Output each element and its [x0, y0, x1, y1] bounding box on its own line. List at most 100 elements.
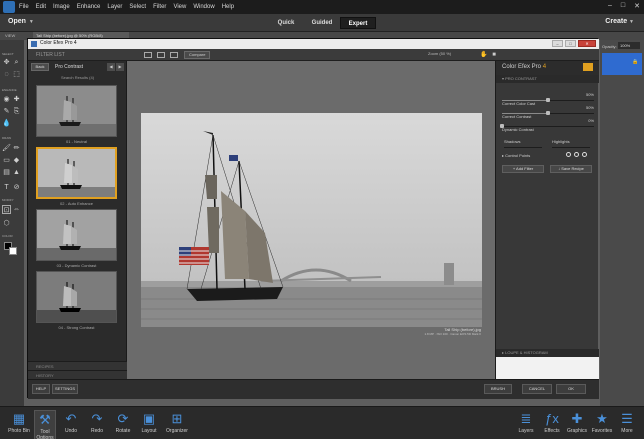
close-button[interactable]: ✕ — [634, 2, 640, 10]
minimize-button[interactable]: – — [608, 2, 612, 10]
create-button[interactable]: Create ▼ — [605, 18, 634, 25]
background-color-swatch[interactable] — [9, 247, 17, 255]
marquee-tool-icon[interactable]: ⬚ — [12, 70, 21, 79]
recipes-section[interactable]: RECIPES — [28, 361, 127, 370]
bottom-bar: ▦ Photo Bin ⚒ Tool Options ↶ Undo ↷ Redo ⟳ Ro… — [0, 406, 644, 439]
effects-button[interactable]: ƒx Effects — [539, 410, 565, 434]
tab-quick[interactable]: Quick — [268, 17, 304, 29]
layer-row[interactable]: 🔒 — [602, 53, 642, 75]
clone-tool-icon[interactable]: ⎘ — [12, 107, 21, 116]
slider-dynamic-contrast[interactable]: Dynamic Contrast 0% — [500, 118, 594, 136]
gradient-tool-icon[interactable]: ▤ — [2, 168, 11, 177]
plugin-close-button[interactable]: ✕ — [578, 40, 596, 47]
help-button[interactable]: HELP — [32, 384, 50, 394]
single-view-icon[interactable] — [144, 52, 152, 58]
layers-button[interactable]: ≣ Layers — [514, 410, 538, 434]
layout-button[interactable]: ▣ Layout — [136, 410, 162, 434]
control-points-row[interactable]: ▸ Control Points — [502, 152, 594, 158]
next-filter-icon[interactable]: ▶ — [116, 63, 124, 71]
filter-section-header[interactable]: ▾ PRO CONTRAST — [496, 75, 599, 83]
rotate-button[interactable]: ⟳ Rotate — [110, 410, 136, 434]
plugin-minimize-button[interactable]: – — [552, 40, 563, 47]
shadows-slider[interactable] — [504, 147, 542, 148]
lasso-tool-icon[interactable]: ◌ — [2, 70, 11, 79]
split-view-icon[interactable] — [157, 52, 165, 58]
control-point-option-icon[interactable] — [582, 152, 587, 157]
add-filter-button[interactable]: + Add Filter — [502, 165, 544, 173]
menu-help[interactable]: Help — [222, 4, 234, 10]
straighten-tool-icon[interactable]: ⬡ — [2, 219, 11, 228]
slider-handle[interactable] — [546, 111, 550, 115]
pencil-tool-icon[interactable]: ✏ — [12, 144, 21, 153]
zoom-tool-icon[interactable]: ⌕ — [12, 58, 21, 67]
slider-track[interactable] — [500, 124, 594, 128]
highlights-slider[interactable] — [552, 147, 590, 148]
menu-file[interactable]: File — [19, 4, 29, 10]
favorites-button[interactable]: ★ Favorites — [589, 410, 615, 434]
healing-tool-icon[interactable]: ✚ — [12, 95, 21, 104]
undo-button[interactable]: ↶ Undo — [58, 410, 84, 434]
ok-button[interactable]: OK — [556, 384, 586, 394]
tab-guided[interactable]: Guided — [304, 17, 340, 29]
slider-handle[interactable] — [546, 98, 550, 102]
side-by-side-icon[interactable] — [170, 52, 178, 58]
save-recipe-button[interactable]: ↓ Save Recipe — [550, 165, 592, 173]
brush-button[interactable]: BRUSH — [484, 384, 512, 394]
more-button[interactable]: ☰ More — [614, 410, 640, 434]
red-eye-tool-icon[interactable]: ◉ — [2, 95, 11, 104]
tool-options-button[interactable]: ⚒ Tool Options — [34, 410, 56, 439]
history-section[interactable]: HISTORY — [28, 370, 127, 379]
brush-tool-icon[interactable]: 🖌 — [2, 144, 11, 153]
slider-track[interactable] — [502, 111, 594, 115]
preset-item[interactable]: 03 - Dynamic Contrast — [36, 209, 117, 268]
remove-control-point-icon[interactable] — [574, 152, 579, 157]
effects-label: Effects — [544, 428, 560, 434]
slider-fill — [502, 100, 548, 101]
blur-tool-icon[interactable]: 💧 — [2, 119, 11, 128]
previous-filter-icon[interactable]: ◀ — [107, 63, 115, 71]
preset-item[interactable]: 04 - Strong Contrast — [36, 271, 117, 330]
organizer-button[interactable]: ⊞ Organizer — [162, 410, 192, 434]
preset-item[interactable]: 01 - Neutral — [36, 85, 117, 144]
move-tool-icon[interactable]: ✥ — [2, 58, 11, 67]
add-control-point-icon[interactable] — [566, 152, 571, 157]
maximize-button[interactable]: □ — [621, 2, 625, 10]
paint-bucket-icon[interactable]: ◆ — [12, 156, 21, 165]
filter-nav: ◀ ▶ — [107, 63, 124, 71]
compare-button[interactable]: Compare — [184, 51, 211, 59]
menu-view[interactable]: View — [173, 4, 186, 10]
menu-select[interactable]: Select — [129, 4, 146, 10]
preset-item-selected[interactable]: 02 - Auto Enhance — [36, 147, 117, 206]
background-color-icon[interactable]: ■ — [490, 51, 498, 59]
type-tool-icon[interactable]: T — [2, 183, 11, 192]
preview-image — [141, 113, 482, 327]
slider-track[interactable] — [502, 98, 594, 102]
opacity-field[interactable]: 100% — [618, 42, 640, 49]
cancel-button[interactable]: CANCEL — [522, 384, 552, 394]
smart-brush-icon[interactable]: ✎ — [2, 107, 11, 116]
redo-button[interactable]: ↷ Redo — [84, 410, 110, 434]
hand-icon[interactable]: ✋ — [480, 51, 488, 59]
loupe-histogram-header[interactable]: ▸ LOUPE & HISTOGRAM — [496, 349, 599, 357]
crop-tool-icon[interactable]: ⊡ — [2, 205, 11, 214]
tab-expert[interactable]: Expert — [340, 17, 376, 29]
menu-window[interactable]: Window — [193, 4, 214, 10]
slider-handle[interactable] — [500, 124, 504, 128]
menu-edit[interactable]: Edit — [36, 4, 46, 10]
graphics-button[interactable]: ✚ Graphics — [564, 410, 590, 434]
zoom-control[interactable]: Zoom (50 %) — [428, 51, 451, 56]
photo-bin-button[interactable]: ▦ Photo Bin — [4, 410, 34, 434]
view-label: VIEW — [5, 33, 16, 38]
open-button[interactable]: Open ▼ — [8, 18, 34, 25]
menu-layer[interactable]: Layer — [107, 4, 122, 10]
back-button[interactable]: Back — [31, 63, 49, 71]
menu-filter[interactable]: Filter — [153, 4, 166, 10]
eraser-tool-icon[interactable]: ▭ — [2, 156, 11, 165]
shape-tool-icon[interactable]: ▲ — [12, 168, 21, 177]
plugin-maximize-button[interactable]: □ — [565, 40, 576, 47]
eyedropper-tool-icon[interactable]: ⊘ — [12, 183, 21, 192]
menu-enhance[interactable]: Enhance — [77, 4, 101, 10]
recompose-tool-icon[interactable]: ⇔ — [12, 205, 21, 214]
settings-button[interactable]: SETTINGS — [52, 384, 78, 394]
menu-image[interactable]: Image — [53, 4, 70, 10]
